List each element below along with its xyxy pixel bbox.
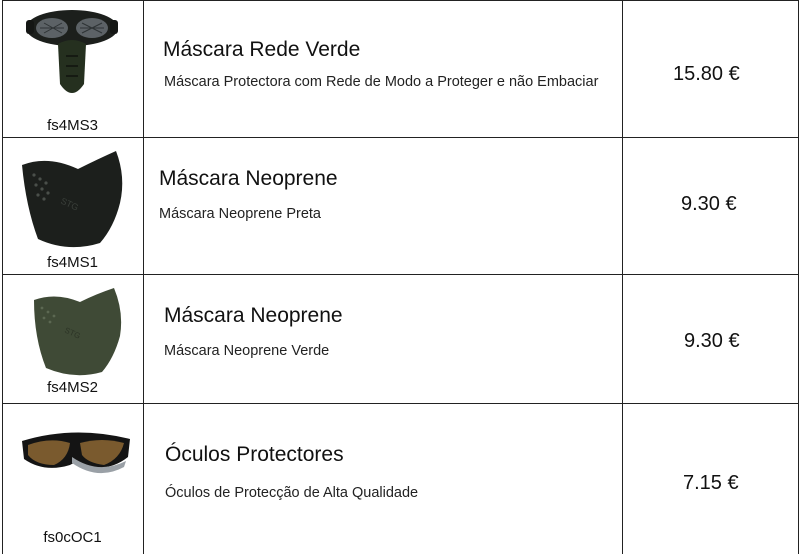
product-price: 15.80 € xyxy=(673,63,740,85)
product-name: Óculos Protectores xyxy=(165,443,344,466)
table-row: fs4MS3 Máscara Rede Verde Máscara Protec… xyxy=(0,0,800,137)
green-neoprene-mask-icon: STG xyxy=(34,288,122,376)
mesh-mask-icon xyxy=(26,10,118,93)
product-description: Máscara Neoprene Verde xyxy=(164,343,330,359)
product-name: Máscara Rede Verde xyxy=(163,38,361,61)
product-price: 7.15 € xyxy=(683,472,739,494)
product-code: fs4MS3 xyxy=(47,117,98,134)
product-image-cell: fs4MS3 xyxy=(2,0,143,137)
product-image-cell: fs0cOC1 xyxy=(2,403,143,554)
product-price: 9.30 € xyxy=(684,330,740,352)
product-name: Máscara Neoprene xyxy=(164,304,343,327)
product-description: Máscara Neoprene Preta xyxy=(159,206,321,222)
product-code: fs4MS2 xyxy=(47,379,98,396)
product-code: fs4MS1 xyxy=(47,254,98,271)
product-image-cell: STG fs4MS2 xyxy=(2,274,143,403)
table-row: fs0cOC1 Óculos Protectores Óculos de Pro… xyxy=(0,403,800,554)
product-price: 9.30 € xyxy=(681,193,737,215)
product-catalog-table: fs4MS3 Máscara Rede Verde Máscara Protec… xyxy=(0,0,800,554)
black-neoprene-mask-icon: STG xyxy=(22,151,123,248)
protective-goggles-icon xyxy=(22,432,130,474)
table-row: STG fs4MS1 Máscara Neoprene Máscara Neop… xyxy=(0,137,800,274)
product-name: Máscara Neoprene xyxy=(159,167,338,190)
product-description: Óculos de Protecção de Alta Qualidade xyxy=(165,485,419,501)
product-code: fs0cOC1 xyxy=(43,529,102,546)
product-description: Máscara Protectora com Rede de Modo a Pr… xyxy=(164,74,599,90)
table-row: STG fs4MS2 Máscara Neoprene Máscara Neop… xyxy=(0,274,800,403)
product-image-cell: STG fs4MS1 xyxy=(2,137,143,274)
